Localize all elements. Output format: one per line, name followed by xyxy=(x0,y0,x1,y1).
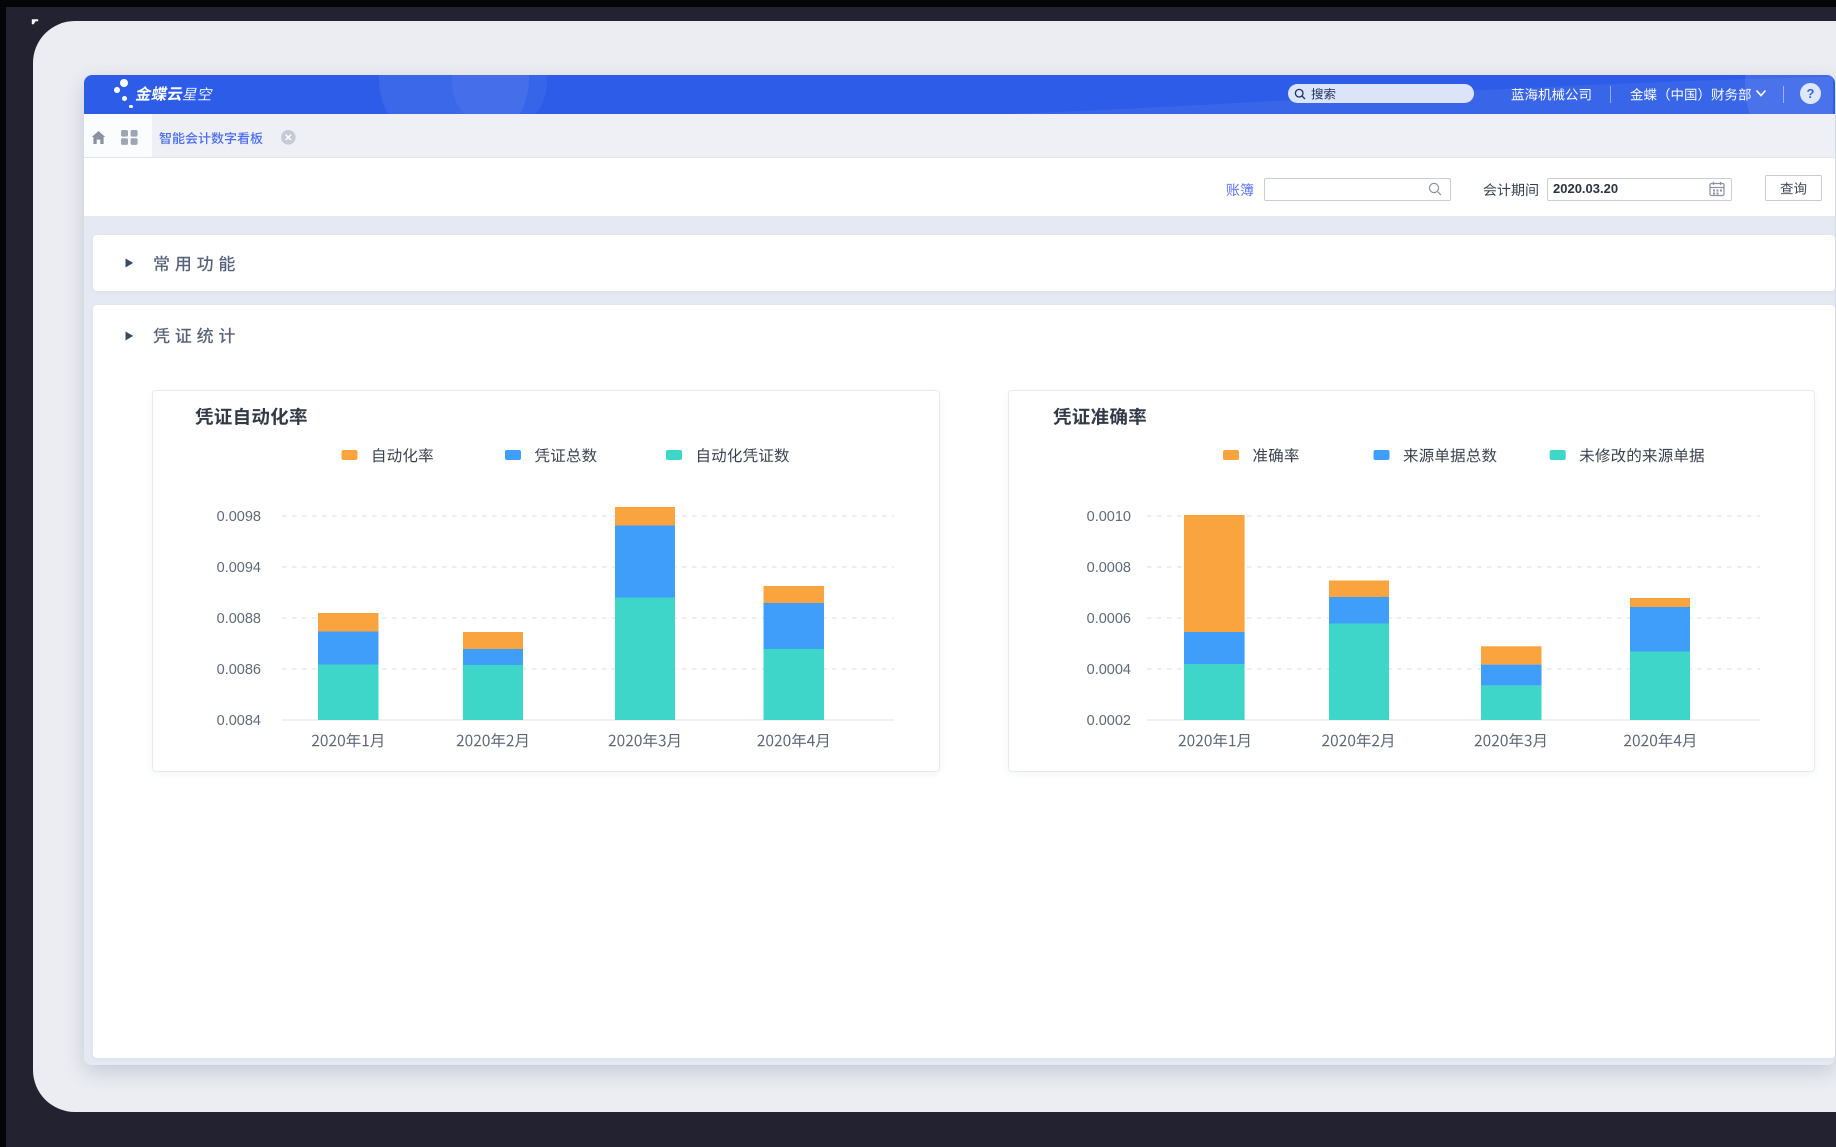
svg-text:0.0088: 0.0088 xyxy=(217,611,261,627)
svg-text:0.0094: 0.0094 xyxy=(217,560,261,576)
svg-text:0.0004: 0.0004 xyxy=(1087,662,1131,678)
svg-text:0.0086: 0.0086 xyxy=(217,662,261,678)
svg-text:0.0008: 0.0008 xyxy=(1087,560,1131,576)
svg-text:0.0006: 0.0006 xyxy=(1087,611,1131,627)
svg-text:0.0098: 0.0098 xyxy=(217,509,261,525)
svg-text:0.0010: 0.0010 xyxy=(1087,509,1131,525)
svg-text:0.0002: 0.0002 xyxy=(1087,713,1131,729)
svg-text:0.0084: 0.0084 xyxy=(217,713,261,729)
